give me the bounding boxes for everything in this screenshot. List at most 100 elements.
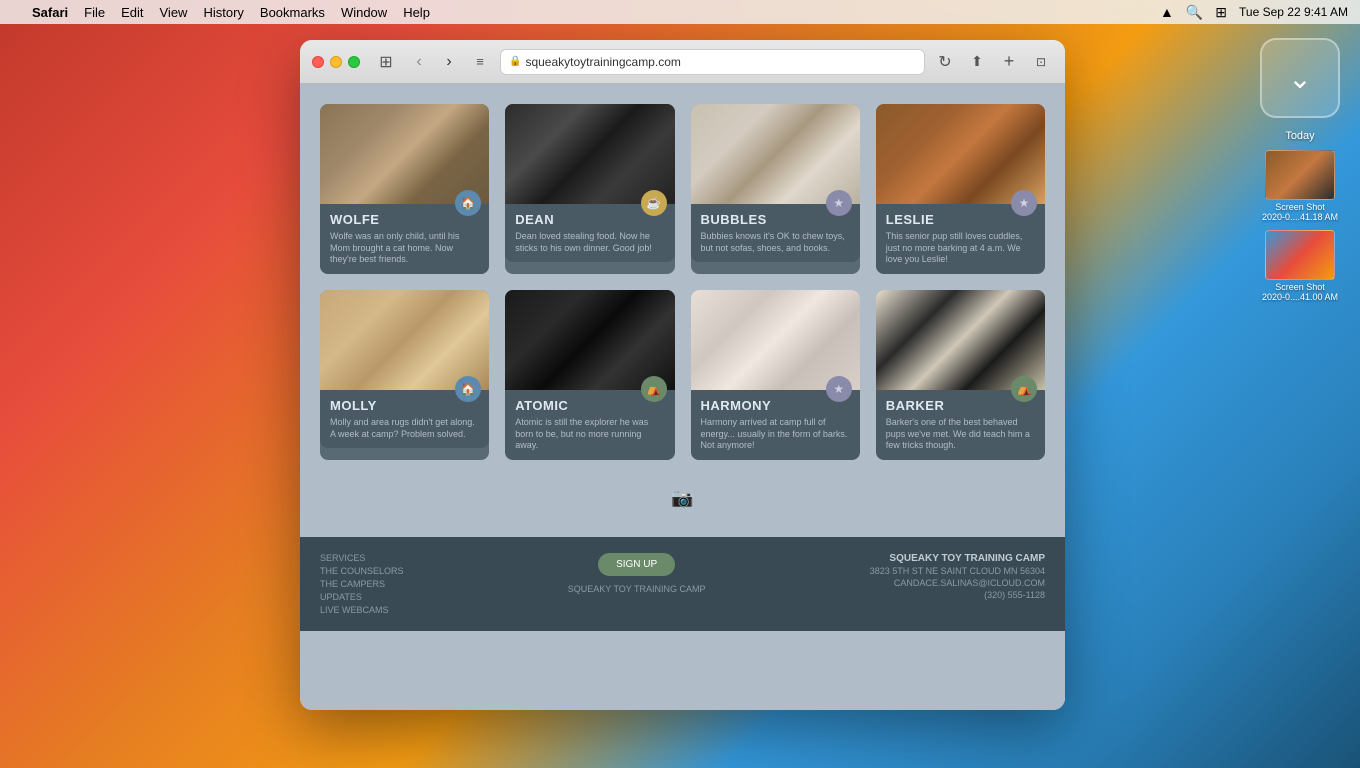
new-tab-button[interactable]: + — [997, 50, 1021, 74]
dog-info-harmony: ★ HARMONY Harmony arrived at camp full o… — [691, 390, 860, 460]
url-text: squeakytoytrainingcamp.com — [525, 55, 680, 69]
wifi-icon: ▲ — [1160, 4, 1174, 20]
traffic-lights — [312, 56, 360, 68]
screenshot-thumb-2[interactable]: Screen Shot2020-0....41.00 AM — [1260, 230, 1340, 302]
footer-address: 3823 5TH ST NE SAINT CLOUD MN 56304 — [870, 566, 1045, 576]
dog-desc-bubbles: Bubbies knows it's OK to chew toys, but … — [701, 231, 850, 254]
dog-card-leslie[interactable]: ★ LESLIE This senior pup still loves cud… — [876, 104, 1045, 274]
dog-desc-leslie: This senior pup still loves cuddles, jus… — [886, 231, 1035, 266]
tab-overview-button[interactable]: ⊡ — [1029, 50, 1053, 74]
dog-photo-harmony — [691, 290, 860, 390]
screenshot-thumb-1[interactable]: Screen Shot2020-0....41.18 AM — [1260, 150, 1340, 222]
camera-icon: 📷 — [671, 488, 693, 508]
camera-icon-area[interactable]: 📷 — [320, 480, 1045, 517]
website-content: 🏠 WOLFE Wolfe was an only child, until h… — [300, 84, 1065, 537]
footer-link-campers[interactable]: THE CAMPERS — [320, 579, 404, 589]
lock-icon: 🔒 — [509, 56, 521, 67]
menu-file[interactable]: File — [84, 5, 105, 20]
dog-name-atomic: ATOMIC — [515, 398, 664, 413]
spotlight-icon[interactable]: 🔍 — [1186, 4, 1203, 21]
dog-name-bubbles: BUBBLES — [701, 212, 850, 227]
footer-brand-center: SQUEAKY TOY TRAINING CAMP — [424, 584, 850, 594]
dog-photo-molly — [320, 290, 489, 390]
dog-desc-barker: Barker's one of the best behaved pups we… — [886, 417, 1035, 452]
badge-tent-barker: ⛺ — [1011, 376, 1037, 402]
menu-view[interactable]: View — [160, 5, 188, 20]
dog-name-dean: DEAN — [515, 212, 664, 227]
minimize-button[interactable] — [330, 56, 342, 68]
app-menu-safari[interactable]: Safari — [32, 5, 68, 20]
reader-view-button[interactable]: ≡ — [468, 50, 492, 74]
badge-star-leslie: ★ — [1011, 190, 1037, 216]
dog-name-harmony: HARMONY — [701, 398, 850, 413]
menubar-left: Safari File Edit View History Bookmarks … — [12, 5, 430, 20]
dog-name-wolfe: WOLFE — [330, 212, 479, 227]
dog-card-molly[interactable]: 🏠 MOLLY Molly and area rugs didn't get a… — [320, 290, 489, 460]
footer-link-counselors[interactable]: THE COUNSELORS — [320, 566, 404, 576]
fullscreen-button[interactable] — [348, 56, 360, 68]
dog-info-barker: ⛺ BARKER Barker's one of the best behave… — [876, 390, 1045, 460]
dog-card-wolfe[interactable]: 🏠 WOLFE Wolfe was an only child, until h… — [320, 104, 489, 274]
footer-phone: (320) 555-1128 — [870, 590, 1045, 600]
today-widget[interactable]: ⌄ — [1260, 38, 1340, 118]
menu-window[interactable]: Window — [341, 5, 387, 20]
dog-desc-atomic: Atomic is still the explorer he was born… — [515, 417, 664, 452]
dog-info-leslie: ★ LESLIE This senior pup still loves cud… — [876, 204, 1045, 274]
dog-desc-harmony: Harmony arrived at camp full of energy..… — [701, 417, 850, 452]
badge-tent-atomic: ⛺ — [641, 376, 667, 402]
footer-link-services[interactable]: SERVICES — [320, 553, 404, 563]
footer-link-updates[interactable]: UPDATES — [320, 592, 404, 602]
dog-name-barker: BARKER — [886, 398, 1035, 413]
dog-photo-dean — [505, 104, 674, 204]
desktop-icons: ⌄ Today Screen Shot2020-0....41.18 AM Sc… — [1240, 30, 1360, 310]
control-center-icon[interactable]: ⊞ — [1215, 4, 1227, 21]
dog-card-atomic[interactable]: ⛺ ATOMIC Atomic is still the explorer he… — [505, 290, 674, 460]
menu-bookmarks[interactable]: Bookmarks — [260, 5, 325, 20]
dog-photo-leslie — [876, 104, 1045, 204]
menubar-right: ▲ 🔍 ⊞ Tue Sep 22 9:41 AM — [1160, 4, 1348, 21]
dog-card-dean[interactable]: ☕ DEAN Dean loved stealing food. Now he … — [505, 104, 674, 274]
dogs-grid: 🏠 WOLFE Wolfe was an only child, until h… — [320, 104, 1045, 460]
reload-button[interactable]: ↻ — [933, 50, 957, 74]
badge-star-harmony: ★ — [826, 376, 852, 402]
dog-info-atomic: ⛺ ATOMIC Atomic is still the explorer he… — [505, 390, 674, 460]
close-button[interactable] — [312, 56, 324, 68]
dog-card-harmony[interactable]: ★ HARMONY Harmony arrived at camp full o… — [691, 290, 860, 460]
menubar: Safari File Edit View History Bookmarks … — [0, 0, 1360, 24]
safari-toolbar: ⊞ ‹ › ≡ 🔒 squeakytoytrainingcamp.com ↻ ⬆… — [300, 40, 1065, 84]
screenshot-image-2 — [1265, 230, 1335, 280]
footer-nav: SERVICES THE COUNSELORS THE CAMPERS UPDA… — [320, 553, 404, 615]
forward-button[interactable]: › — [438, 51, 460, 73]
menu-edit[interactable]: Edit — [121, 5, 143, 20]
back-button[interactable]: ‹ — [408, 51, 430, 73]
footer-email: CANDACE.SALINAS@ICLOUD.COM — [870, 578, 1045, 588]
dog-card-barker[interactable]: ⛺ BARKER Barker's one of the best behave… — [876, 290, 1045, 460]
chevron-down-icon: ⌄ — [1288, 62, 1311, 95]
signup-button[interactable]: SIGN UP — [598, 553, 675, 576]
footer-company-name: SQUEAKY TOY TRAINING CAMP — [870, 553, 1045, 564]
dog-name-molly: MOLLY — [330, 398, 479, 413]
dog-desc-wolfe: Wolfe was an only child, until his Mom b… — [330, 231, 479, 266]
dog-info-bubbles: ★ BUBBLES Bubbies knows it's OK to chew … — [691, 204, 860, 262]
menu-history[interactable]: History — [203, 5, 243, 20]
safari-window: ⊞ ‹ › ≡ 🔒 squeakytoytrainingcamp.com ↻ ⬆… — [300, 40, 1065, 710]
address-bar[interactable]: 🔒 squeakytoytrainingcamp.com — [500, 49, 925, 75]
badge-cup-dean: ☕ — [641, 190, 667, 216]
dog-card-bubbles[interactable]: ★ BUBBLES Bubbies knows it's OK to chew … — [691, 104, 860, 274]
dog-name-leslie: LESLIE — [886, 212, 1035, 227]
safari-content[interactable]: 🏠 WOLFE Wolfe was an only child, until h… — [300, 84, 1065, 710]
dog-photo-atomic — [505, 290, 674, 390]
dog-photo-barker — [876, 290, 1045, 390]
screenshot-image-1 — [1265, 150, 1335, 200]
dog-desc-molly: Molly and area rugs didn't get along. A … — [330, 417, 479, 440]
dog-info-molly: 🏠 MOLLY Molly and area rugs didn't get a… — [320, 390, 489, 448]
dog-desc-dean: Dean loved stealing food. Now he sticks … — [515, 231, 664, 254]
sidebar-toggle-button[interactable]: ⊞ — [372, 52, 400, 72]
today-label: Today — [1285, 130, 1314, 142]
footer-link-webcams[interactable]: LIVE WEBCAMS — [320, 605, 404, 615]
footer-center: SIGN UP SQUEAKY TOY TRAINING CAMP — [424, 553, 850, 594]
menu-help[interactable]: Help — [403, 5, 430, 20]
badge-star-bubbles: ★ — [826, 190, 852, 216]
screenshot-label-2: Screen Shot2020-0....41.00 AM — [1262, 282, 1338, 302]
share-button[interactable]: ⬆ — [965, 50, 989, 74]
